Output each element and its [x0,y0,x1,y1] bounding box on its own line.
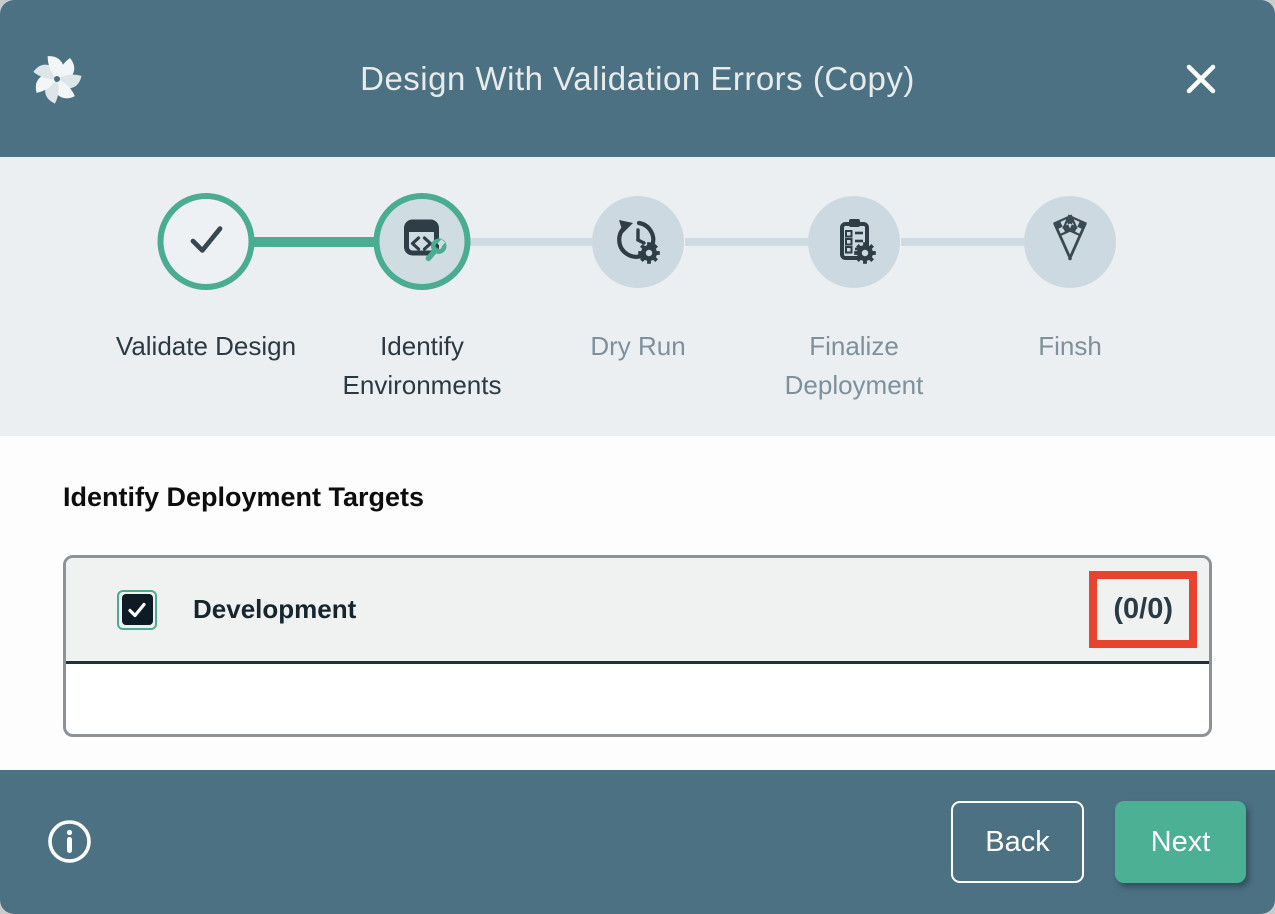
rerun-clock-gear-icon [612,214,664,271]
checklist-gear-icon [828,214,880,271]
deployment-wizard-dialog: Design With Validation Errors (Copy) [0,0,1275,914]
check-icon [180,213,232,270]
next-button[interactable]: Next [1115,801,1246,883]
step-label: Validate Design [98,327,314,366]
checkered-flags-icon [1044,214,1096,271]
deployment-targets-list: Development (0/0) [63,555,1212,737]
code-window-wrench-icon [395,212,449,271]
info-button[interactable] [46,818,93,865]
wizard-stepper: Validate Design [0,157,1275,436]
step-dry-run[interactable]: Dry Run [530,157,746,436]
step-circle [808,196,900,288]
section-heading: Identify Deployment Targets [63,482,424,513]
step-label: Finalize Deployment [746,327,962,405]
back-button[interactable]: Back [951,801,1084,883]
step-finish[interactable]: Finsh [962,157,1178,436]
info-icon [46,853,93,868]
close-icon [1181,87,1221,102]
dialog-header: Design With Validation Errors (Copy) [0,0,1275,157]
step-validate-design[interactable]: Validate Design [98,157,314,436]
annotation-highlight-box: (0/0) [1089,571,1197,648]
dialog-footer: Back Next [0,770,1275,914]
step-finalize-deployment[interactable]: Finalize Deployment [746,157,962,436]
step-circle [592,196,684,288]
step-label: Dry Run [530,327,746,366]
step-content-panel: Identify Deployment Targets Development … [0,436,1275,770]
step-label: Identify Environments [314,327,530,405]
dialog-title: Design With Validation Errors (Copy) [0,60,1275,98]
step-circle [1024,196,1116,288]
target-count: (0/0) [1113,593,1173,625]
development-checkbox[interactable] [117,590,157,630]
checkbox-checked-icon [122,594,153,625]
step-circle-active [374,193,471,290]
close-button[interactable] [1179,58,1223,102]
step-circle-completed [158,193,255,290]
step-identify-environments[interactable]: Identify Environments [314,157,530,436]
step-label: Finsh [962,327,1178,366]
target-name: Development [193,594,356,625]
target-row-development[interactable]: Development (0/0) [66,558,1209,664]
